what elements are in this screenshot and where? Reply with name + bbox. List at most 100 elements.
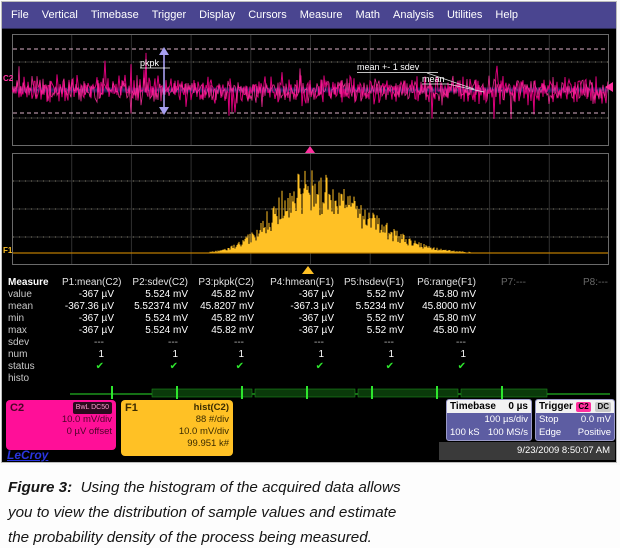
measure-cell-value-p6: 45.80 mV	[408, 289, 480, 301]
measure-row-label-num: num	[6, 349, 62, 361]
measure-col-header-p1[interactable]: P1:mean(C2)	[62, 277, 118, 289]
status-check-icon: ✔	[192, 361, 258, 373]
menu-item-math[interactable]: Math	[356, 9, 380, 21]
trigger-slope: Positive	[578, 426, 611, 439]
datetime-readout: 9/23/2009 8:50:07 AM	[439, 442, 615, 460]
measure-cell-histo-p2	[118, 373, 192, 385]
measure-row-label-sdev: sdev	[6, 337, 62, 349]
measure-cell-sdev-p5: ---	[338, 337, 408, 349]
menu-item-file[interactable]: File	[11, 9, 29, 21]
status-check-icon: ✔	[338, 361, 408, 373]
f1-function-expression: hist(C2)	[194, 402, 229, 414]
measure-col-header-p4[interactable]: P4:hmean(F1)	[258, 277, 338, 289]
measure-cell-histo-p8	[530, 373, 612, 385]
trigger-type: Edge	[539, 426, 561, 439]
menu-item-utilities[interactable]: Utilities	[447, 9, 482, 21]
channel-c2-descriptor[interactable]: C2 BwL DC50 10.0 mV/div 0 µV offset	[6, 400, 116, 450]
measure-cell-min-p2: 5.524 mV	[118, 313, 192, 325]
measure-cell-mean-p1: -367.36 µV	[62, 301, 118, 313]
menu-item-measure[interactable]: Measure	[300, 9, 343, 21]
measure-col-header-p3[interactable]: P3:pkpk(C2)	[192, 277, 258, 289]
trigger-panel[interactable]: Trigger C2 DC Stop 0.0 mV Edge Positive	[535, 399, 615, 441]
measure-cell-mean-p4: -367.3 µV	[258, 301, 338, 313]
timebase-per-div: 100 µs/div	[485, 413, 529, 426]
measure-cell-num-p6: 1	[408, 349, 480, 361]
measure-cell-min-p3: 45.82 mV	[192, 313, 258, 325]
measure-cell-sdev-p1: ---	[62, 337, 118, 349]
measure-cell-min-p1: -367 µV	[62, 313, 118, 325]
menu-item-cursors[interactable]: Cursors	[248, 9, 287, 21]
c2-coupling-badge: BwL DC50	[73, 402, 112, 414]
timebase-samples: 100 kS	[450, 426, 480, 439]
svg-text:pkpk: pkpk	[140, 58, 160, 68]
measure-cell-min-p5: 5.52 mV	[338, 313, 408, 325]
c2-waveform-grid: pkpkmean +- 1 sdevmean	[12, 34, 609, 146]
svg-text:mean +- 1 sdev: mean +- 1 sdev	[357, 62, 420, 72]
menu-item-vertical[interactable]: Vertical	[42, 9, 78, 21]
measure-cell-value-p1: -367 µV	[62, 289, 118, 301]
measure-cell-sdev-p3: ---	[192, 337, 258, 349]
measure-cell-num-p3: 1	[192, 349, 258, 361]
measure-cell-histo-p7	[480, 373, 530, 385]
measure-cell-value-p3: 45.82 mV	[192, 289, 258, 301]
measure-col-header-p8[interactable]: P8:---	[530, 277, 612, 289]
measure-cell-mean-p3: 45.8207 mV	[192, 301, 258, 313]
figure-caption-line2: you to view the distribution of sample v…	[8, 500, 612, 525]
f1-function-name: F1	[125, 402, 138, 414]
measure-cell-max-p6: 45.80 mV	[408, 325, 480, 337]
measure-cell-min-p4: -367 µV	[258, 313, 338, 325]
menu-item-analysis[interactable]: Analysis	[393, 9, 434, 21]
measure-cell-value-p5: 5.52 mV	[338, 289, 408, 301]
measure-cell-max-p2: 5.524 mV	[118, 325, 192, 337]
measure-cell-max-p8	[530, 325, 612, 337]
measure-col-header-p6[interactable]: P6:range(F1)	[408, 277, 480, 289]
menu-item-trigger[interactable]: Trigger	[152, 9, 186, 21]
timebase-panel[interactable]: Timebase 0 µs 100 µs/div 100 kS 100 MS/s	[446, 399, 532, 441]
figure-caption-number: Figure 3:	[8, 479, 72, 496]
menu-item-display[interactable]: Display	[199, 9, 235, 21]
figure-caption-line1: Using the histogram of the acquired data…	[81, 479, 401, 496]
measure-cell-value-p8	[530, 289, 612, 301]
measure-cell-sdev-p2: ---	[118, 337, 192, 349]
f1-mv-per-div: 10.0 mV/div	[125, 426, 229, 438]
measure-row-label-status: status	[6, 361, 62, 373]
c2-volts-per-div: 10.0 mV/div	[10, 414, 112, 426]
measure-row-label-value: value	[6, 289, 62, 301]
trigger-level-arrow-icon[interactable]	[605, 82, 613, 92]
trigger-coupling-badge: DC	[595, 402, 611, 412]
measure-cell-status-p7	[480, 361, 530, 373]
measure-cell-histo-p3	[192, 373, 258, 385]
measure-cell-mean-p6: 45.8000 mV	[408, 301, 480, 313]
measure-cell-status-p8	[530, 361, 612, 373]
menu-item-help[interactable]: Help	[495, 9, 518, 21]
measure-cell-histo-p6	[408, 373, 480, 385]
status-check-icon: ✔	[258, 361, 338, 373]
measure-col-header-p7[interactable]: P7:---	[480, 277, 530, 289]
measure-cell-mean-p7	[480, 301, 530, 313]
trigger-level: 0.0 mV	[581, 413, 611, 426]
measure-cell-mean-p2: 5.52374 mV	[118, 301, 192, 313]
menu-item-timebase[interactable]: Timebase	[91, 9, 139, 21]
measure-cell-min-p8	[530, 313, 612, 325]
f1-trace-label: F1	[3, 246, 12, 255]
measure-cell-histo-p1	[62, 373, 118, 385]
measure-cell-sdev-p4: ---	[258, 337, 338, 349]
measure-cell-num-p1: 1	[62, 349, 118, 361]
measure-table: MeasureP1:mean(C2)P2:sdev(C2)P3:pkpk(C2)…	[6, 277, 612, 385]
trigger-title: Trigger	[539, 400, 573, 413]
measure-cell-max-p3: 45.82 mV	[192, 325, 258, 337]
f1-population: 99.951 k#	[125, 438, 229, 450]
timebase-rate: 100 MS/s	[488, 426, 528, 439]
measure-cell-sdev-p8	[530, 337, 612, 349]
measure-cell-value-p2: 5.524 mV	[118, 289, 192, 301]
measure-row-label-histo: histo	[6, 373, 62, 385]
measure-col-header-p2[interactable]: P2:sdev(C2)	[118, 277, 192, 289]
menu-bar: File Vertical Timebase Trigger Display Cursor…	[2, 2, 616, 29]
c2-trace-label: C2	[3, 74, 13, 83]
measure-table-title: Measure	[6, 277, 62, 289]
function-f1-descriptor[interactable]: F1 hist(C2) 88 #/div 10.0 mV/div 99.951 …	[121, 400, 233, 456]
figure-caption: Figure 3: Using the histogram of the acq…	[0, 465, 620, 548]
measure-col-header-p5[interactable]: P5:hsdev(F1)	[338, 277, 408, 289]
measure-cell-max-p4: -367 µV	[258, 325, 338, 337]
trigger-time-marker-icon[interactable]	[305, 146, 315, 153]
